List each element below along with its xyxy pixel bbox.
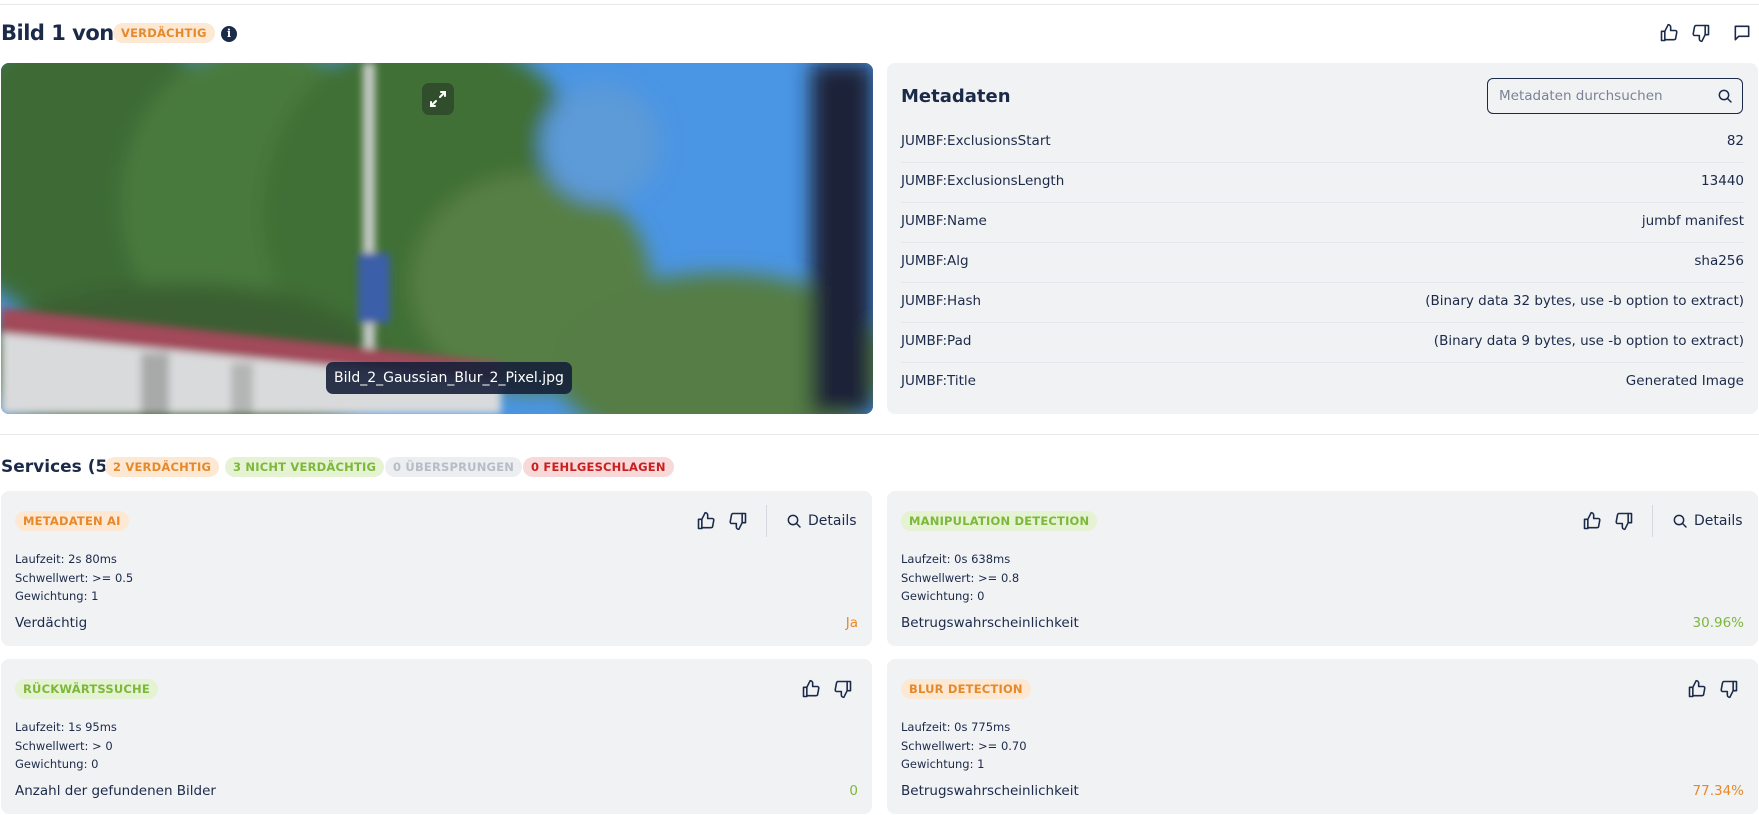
- metadata-key: JUMBF:Name: [901, 213, 987, 229]
- service-name-badge: MANIPULATION DETECTION: [901, 511, 1098, 531]
- service-card-rueckwaertssuche: RÜCKWÄRTSSUCHE Laufzeit: 1s 95ms Schwell…: [1, 659, 872, 814]
- toolbar-separator: [1652, 505, 1653, 537]
- expand-button[interactable]: [422, 83, 454, 115]
- threshold-text: Schwellwert: >= 0.5: [15, 570, 134, 585]
- metadata-value: Generated Image: [1625, 373, 1744, 389]
- thumbs-up-icon[interactable]: [1687, 679, 1707, 699]
- expand-icon: [430, 91, 446, 107]
- weight-text: Gewichtung: 0: [15, 757, 99, 771]
- skipped-count-badge: 0 ÜBERSPRUNGEN: [385, 457, 523, 477]
- runtime-text: Laufzeit: 1s 95ms: [15, 720, 117, 734]
- result-label: Betrugswahrscheinlichkeit: [901, 615, 1079, 631]
- details-button[interactable]: Details: [786, 509, 857, 533]
- metadata-value: 13440: [1701, 173, 1744, 189]
- metadata-row: JUMBF:Alg sha256: [901, 243, 1744, 283]
- service-name-badge: BLUR DETECTION: [901, 679, 1031, 699]
- details-label: Details: [1694, 513, 1743, 529]
- metadata-row: JUMBF:ExclusionsStart 82: [901, 123, 1744, 163]
- service-name-badge: METADATEN AI: [15, 511, 129, 531]
- thumbs-up-icon[interactable]: [1659, 23, 1679, 43]
- service-card-blur-detection: BLUR DETECTION Laufzeit: 0s 775ms Schwel…: [887, 659, 1758, 814]
- metadata-value: 82: [1726, 133, 1744, 149]
- runtime-text: Laufzeit: 0s 775ms: [901, 720, 1011, 734]
- result-value: 0: [849, 783, 858, 799]
- thumbs-down-icon[interactable]: [1719, 679, 1739, 699]
- thumbs-down-icon[interactable]: [728, 511, 748, 531]
- service-card-manipulation-detection: MANIPULATION DETECTION Details Laufzeit:…: [887, 491, 1758, 646]
- threshold-text: Schwellwert: >= 0.8: [901, 570, 1020, 585]
- metadata-search-input[interactable]: [1487, 78, 1743, 114]
- failed-count-badge: 0 FEHLGESCHLAGEN: [523, 457, 674, 477]
- top-divider: [0, 4, 1759, 5]
- service-name-badge: RÜCKWÄRTSSUCHE: [15, 679, 158, 699]
- image-header: Bild 1 von 1 VERDÄCHTIG i: [0, 18, 1759, 50]
- metadata-value: (Binary data 32 bytes, use -b option to …: [1425, 293, 1744, 309]
- weight-text: Gewichtung: 1: [901, 757, 985, 771]
- metadata-row: JUMBF:Pad (Binary data 9 bytes, use -b o…: [901, 323, 1744, 363]
- runtime-text: Laufzeit: 2s 80ms: [15, 552, 117, 566]
- service-stats: Laufzeit: 2s 80ms Schwellwert: >= 0.5 Ge…: [15, 550, 133, 606]
- result-label: Betrugswahrscheinlichkeit: [901, 783, 1079, 799]
- service-stats: Laufzeit: 0s 638ms Schwellwert: >= 0.8 G…: [901, 550, 1019, 606]
- metadata-row: JUMBF:Name jumbf manifest: [901, 203, 1744, 243]
- threshold-text: Schwellwert: > 0: [15, 738, 113, 753]
- thumbs-up-icon[interactable]: [1582, 511, 1602, 531]
- details-button[interactable]: Details: [1672, 509, 1743, 533]
- image-preview: Bild_2_Gaussian_Blur_2_Pixel.jpg: [1, 63, 873, 414]
- section-divider: [0, 434, 1759, 435]
- result-value: 30.96%: [1692, 615, 1744, 631]
- toolbar-separator: [766, 505, 767, 537]
- metadata-title: Metadaten: [901, 86, 1011, 107]
- metadata-value: (Binary data 9 bytes, use -b option to e…: [1433, 333, 1744, 349]
- result-value: 77.34%: [1692, 783, 1744, 799]
- runtime-text: Laufzeit: 0s 638ms: [901, 552, 1011, 566]
- thumbs-up-icon[interactable]: [801, 679, 821, 699]
- result-label: Verdächtig: [15, 615, 88, 631]
- service-stats: Laufzeit: 0s 775ms Schwellwert: >= 0.70 …: [901, 718, 1027, 774]
- not-suspicious-count-badge: 3 NICHT VERDÄCHTIG: [225, 457, 385, 477]
- metadata-value: jumbf manifest: [1641, 213, 1744, 229]
- suspicious-count-badge: 2 VERDÄCHTIG: [105, 457, 220, 477]
- metadata-key: JUMBF:Title: [901, 373, 976, 389]
- services-title: Services (5): [1, 457, 116, 477]
- thumbs-down-icon[interactable]: [833, 679, 853, 699]
- search-icon[interactable]: [1717, 88, 1733, 104]
- metadata-row: JUMBF:ExclusionsLength 13440: [901, 163, 1744, 203]
- service-card-metadaten-ai: METADATEN AI Details Laufzeit: 2s 80ms S…: [1, 491, 872, 646]
- filename-tooltip: Bild_2_Gaussian_Blur_2_Pixel.jpg: [326, 362, 572, 394]
- thumbs-down-icon[interactable]: [1691, 23, 1711, 43]
- metadata-key: JUMBF:Hash: [901, 293, 982, 309]
- search-icon: [787, 514, 801, 528]
- result-value: Ja: [845, 615, 858, 631]
- thumbs-down-icon[interactable]: [1614, 511, 1634, 531]
- threshold-text: Schwellwert: >= 0.70: [901, 738, 1027, 753]
- service-stats: Laufzeit: 1s 95ms Schwellwert: > 0 Gewic…: [15, 718, 117, 774]
- metadata-row: JUMBF:Hash (Binary data 32 bytes, use -b…: [901, 283, 1744, 323]
- metadata-table: JUMBF:ExclusionsStart 82 JUMBF:Exclusion…: [901, 123, 1744, 403]
- details-label: Details: [808, 513, 857, 529]
- thumbs-up-icon[interactable]: [696, 511, 716, 531]
- metadata-value: sha256: [1694, 253, 1744, 269]
- weight-text: Gewichtung: 1: [15, 589, 99, 603]
- metadata-key: JUMBF:ExclusionsStart: [901, 133, 1051, 149]
- metadata-panel: Metadaten JUMBF:ExclusionsStart 82 JUMBF…: [887, 63, 1758, 414]
- result-label: Anzahl der gefundenen Bilder: [15, 783, 216, 799]
- metadata-key: JUMBF:Alg: [901, 253, 969, 269]
- metadata-key: JUMBF:Pad: [901, 333, 972, 349]
- weight-text: Gewichtung: 0: [901, 589, 985, 603]
- info-icon[interactable]: i: [221, 26, 237, 42]
- search-icon: [1673, 514, 1687, 528]
- status-badge: VERDÄCHTIG: [113, 23, 215, 43]
- metadata-row: JUMBF:Title Generated Image: [901, 363, 1744, 403]
- metadata-key: JUMBF:ExclusionsLength: [901, 173, 1065, 189]
- comment-icon[interactable]: [1732, 23, 1752, 43]
